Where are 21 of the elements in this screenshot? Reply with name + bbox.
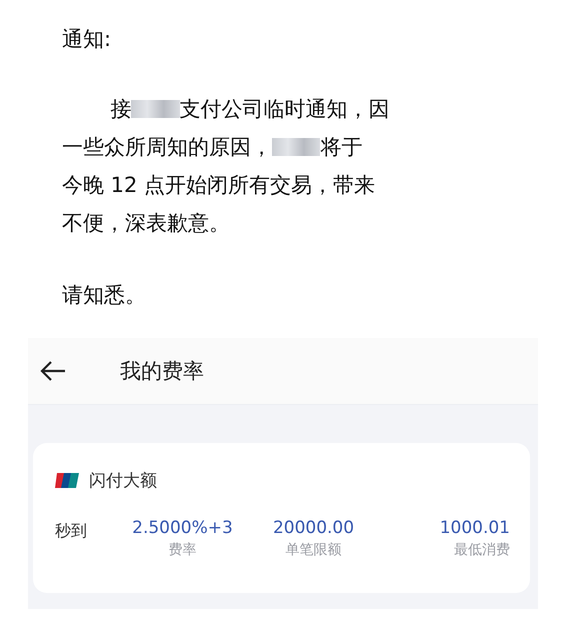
card-title: 闪付大额: [89, 470, 157, 492]
stat-value: 2.5000%+3: [132, 518, 233, 538]
notice-text: 接: [110, 96, 132, 123]
notice-heading: 通知:: [62, 26, 112, 53]
closing-text: 请知悉。: [62, 282, 147, 309]
back-arrow-icon[interactable]: [40, 361, 66, 381]
page-title: 我的费率: [120, 358, 204, 385]
notice-text: 支付公司临时通知，因: [180, 96, 390, 123]
stat-label: 费率: [168, 541, 196, 559]
stat-value: 20000.00: [272, 518, 354, 538]
blurred-text: [272, 138, 320, 156]
stat-value: 1000.01: [440, 518, 510, 538]
bank-card-logo-icon: [55, 473, 79, 488]
notice-text: 今晚 12 点开始闭所有交易，带来: [62, 172, 376, 199]
notice-text: 不便，深表歉意。: [62, 210, 230, 237]
blurred-text: [131, 100, 180, 118]
notice-text: 将于: [320, 134, 362, 161]
stat-label: 最低消费: [454, 541, 510, 559]
stat-label: 单笔限额: [286, 541, 342, 559]
row-label: 秒到: [55, 521, 88, 542]
notice-text: 一些众所周知的原因，: [62, 134, 272, 161]
